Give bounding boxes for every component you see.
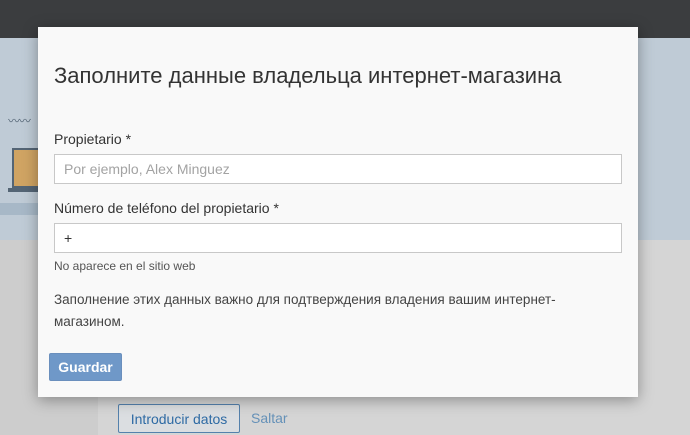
owner-label: Propietario * — [54, 131, 132, 147]
phone-hint: No aparece en el sitio web — [54, 259, 196, 273]
ownership-note: Заполнение этих данных важно для подтвер… — [54, 292, 556, 329]
save-button[interactable]: Guardar — [49, 353, 122, 381]
phone-label: Número de teléfono del propietario * — [54, 200, 279, 216]
phone-input[interactable] — [54, 223, 622, 253]
owner-details-dialog: Заполните данные владельца интернет-мага… — [38, 27, 638, 397]
dialog-title: Заполните данные владельца интернет-мага… — [54, 63, 562, 88]
owner-input[interactable] — [54, 154, 622, 184]
